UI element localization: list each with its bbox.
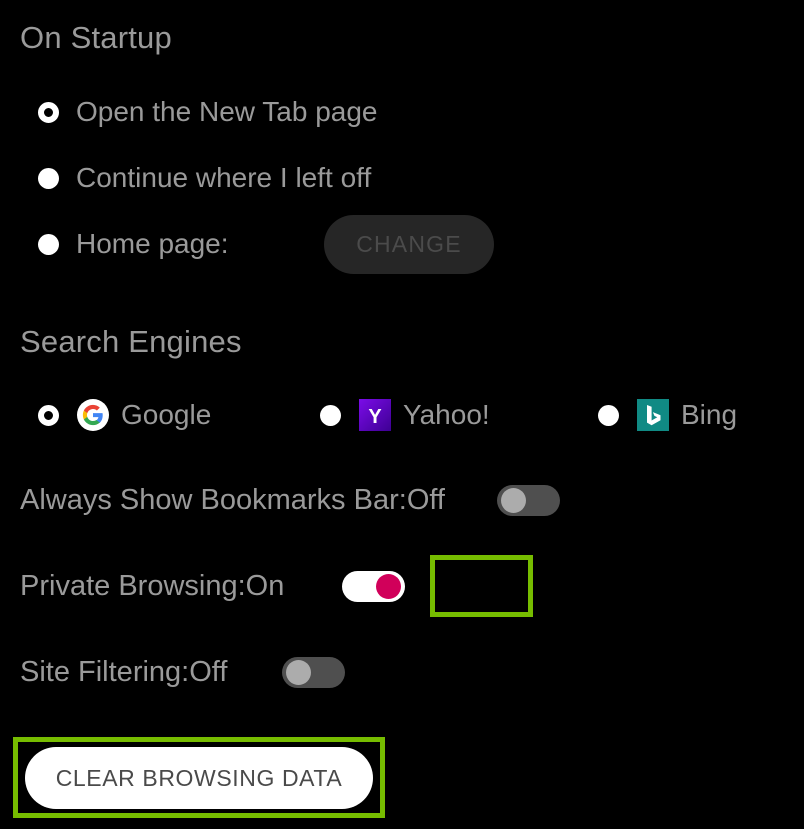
setting-separator: : <box>398 483 407 516</box>
startup-option-label: Open the New Tab page <box>76 96 378 127</box>
svg-text:Y: Y <box>368 406 382 428</box>
search-engine-option-google[interactable]: Google <box>38 396 211 434</box>
search-engine-label: Yahoo! <box>403 399 490 430</box>
setting-private-browsing[interactable]: Private Browsing : On <box>20 564 406 608</box>
setting-separator: : <box>237 569 246 602</box>
toggle-site-filtering[interactable] <box>282 656 346 688</box>
setting-site-filtering[interactable]: Site Filtering : Off <box>20 650 346 694</box>
search-engine-option-yahoo[interactable]: Y Yahoo! <box>320 396 490 434</box>
setting-label: Private Browsing <box>20 569 238 602</box>
search-engine-label: Google <box>121 399 212 430</box>
setting-value: On <box>245 569 285 602</box>
radio-button-continue-where-left-off[interactable] <box>38 167 59 189</box>
startup-option-label: Continue where I left off <box>76 162 372 193</box>
page-title-on-startup: On Startup <box>20 20 172 55</box>
toggle-private-browsing[interactable] <box>342 570 406 602</box>
startup-option-label: Home page: <box>76 228 229 259</box>
radio-button-yahoo[interactable] <box>320 404 341 426</box>
setting-label: Always Show Bookmarks Bar <box>20 483 399 516</box>
yahoo-icon: Y <box>359 399 391 431</box>
setting-label: Site Filtering <box>20 655 182 688</box>
startup-option-open-new-tab-page[interactable]: Open the New Tab page <box>38 92 377 132</box>
setting-value: Off <box>189 655 228 688</box>
setting-separator: : <box>181 655 190 688</box>
google-icon <box>77 399 109 431</box>
radio-button-google[interactable] <box>38 404 59 426</box>
search-engine-option-bing[interactable]: Bing <box>598 396 737 434</box>
settings-screen: On Startup Open the New Tab page Continu… <box>0 0 804 829</box>
startup-option-continue-where-left-off[interactable]: Continue where I left off <box>38 158 371 198</box>
toggle-knob <box>500 487 526 513</box>
toggle-always-show-bookmarks-bar[interactable] <box>496 484 560 516</box>
search-engine-label: Bing <box>681 399 738 430</box>
toggle-knob <box>376 573 402 599</box>
clear-browsing-data-button[interactable]: CLEAR BROWSING DATA <box>25 747 373 809</box>
radio-button-home-page[interactable] <box>38 233 59 255</box>
highlight-box-private-browsing-toggle <box>430 555 533 617</box>
setting-always-show-bookmarks-bar[interactable]: Always Show Bookmarks Bar : Off <box>20 478 560 522</box>
radio-button-bing[interactable] <box>598 404 619 426</box>
startup-option-home-page[interactable]: Home page: <box>38 224 229 264</box>
page-title-search-engines: Search Engines <box>20 324 242 359</box>
radio-button-open-new-tab-page[interactable] <box>38 101 59 123</box>
toggle-knob <box>286 659 312 685</box>
setting-value: Off <box>406 483 445 516</box>
change-home-page-button[interactable]: CHANGE <box>324 215 494 274</box>
bing-icon <box>637 399 669 431</box>
